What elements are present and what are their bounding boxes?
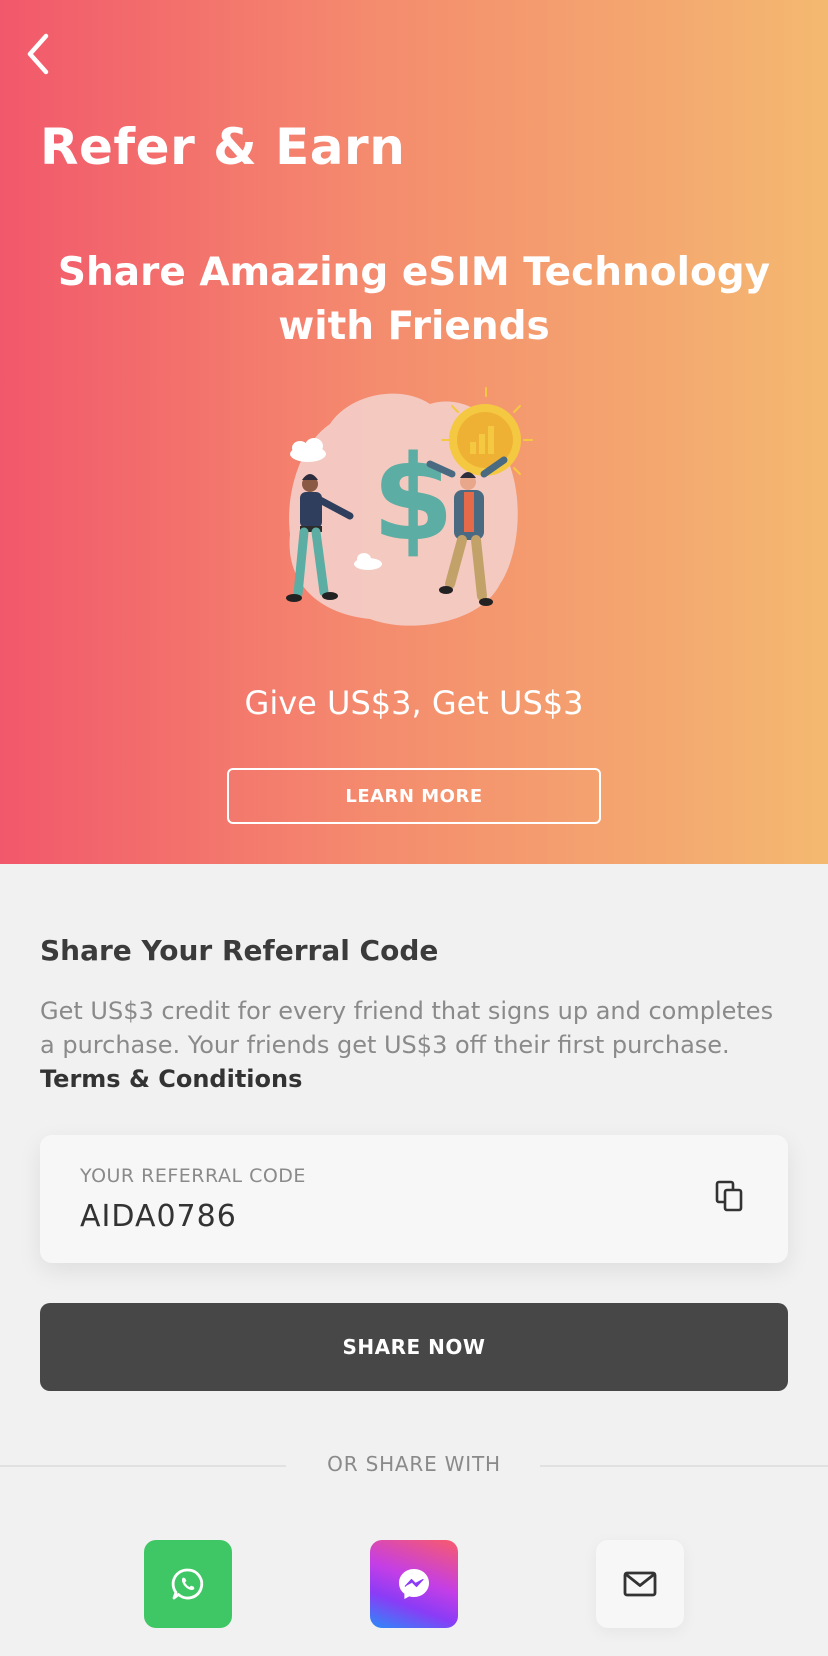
svg-text:$: $ — [372, 429, 454, 567]
referral-offer: Give US$3, Get US$3 — [244, 684, 584, 722]
learn-more-button[interactable]: LEARN MORE — [227, 768, 601, 824]
copy-icon — [715, 1180, 743, 1212]
messenger-icon — [399, 1569, 429, 1599]
share-email-button[interactable] — [596, 1540, 684, 1628]
share-messenger-button[interactable] — [370, 1540, 458, 1628]
referral-illustration: $ — [286, 387, 533, 626]
dollar-sign-icon: $ — [372, 429, 454, 567]
hero-banner: Refer & Earn Share Amazing eSIM Technolo… — [0, 0, 828, 864]
referral-code-card: YOUR REFERRAL CODE AIDA0786 — [40, 1135, 788, 1263]
referral-description-text: Get US$3 credit for every friend that si… — [40, 997, 774, 1059]
section-title: Share Your Referral Code — [40, 934, 439, 967]
page-title: Refer & Earn — [40, 118, 406, 176]
back-button[interactable] — [22, 32, 54, 76]
or-share-with-label: OR SHARE WITH — [0, 1452, 828, 1476]
mail-icon — [623, 1571, 657, 1597]
hero-heading: Share Amazing eSIM Technology with Frien… — [57, 250, 771, 349]
referral-description: Get US$3 credit for every friend that si… — [40, 994, 790, 1096]
share-now-button[interactable]: SHARE NOW — [40, 1303, 788, 1391]
chevron-left-icon — [27, 33, 49, 75]
cloud-icon — [290, 438, 326, 462]
referral-code-value: AIDA0786 — [80, 1199, 237, 1234]
whatsapp-icon — [171, 1568, 204, 1600]
copy-code-button[interactable] — [712, 1177, 748, 1217]
share-whatsapp-button[interactable] — [144, 1540, 232, 1628]
terms-link[interactable]: Terms & Conditions — [40, 1065, 302, 1093]
referral-code-label: YOUR REFERRAL CODE — [80, 1165, 306, 1187]
